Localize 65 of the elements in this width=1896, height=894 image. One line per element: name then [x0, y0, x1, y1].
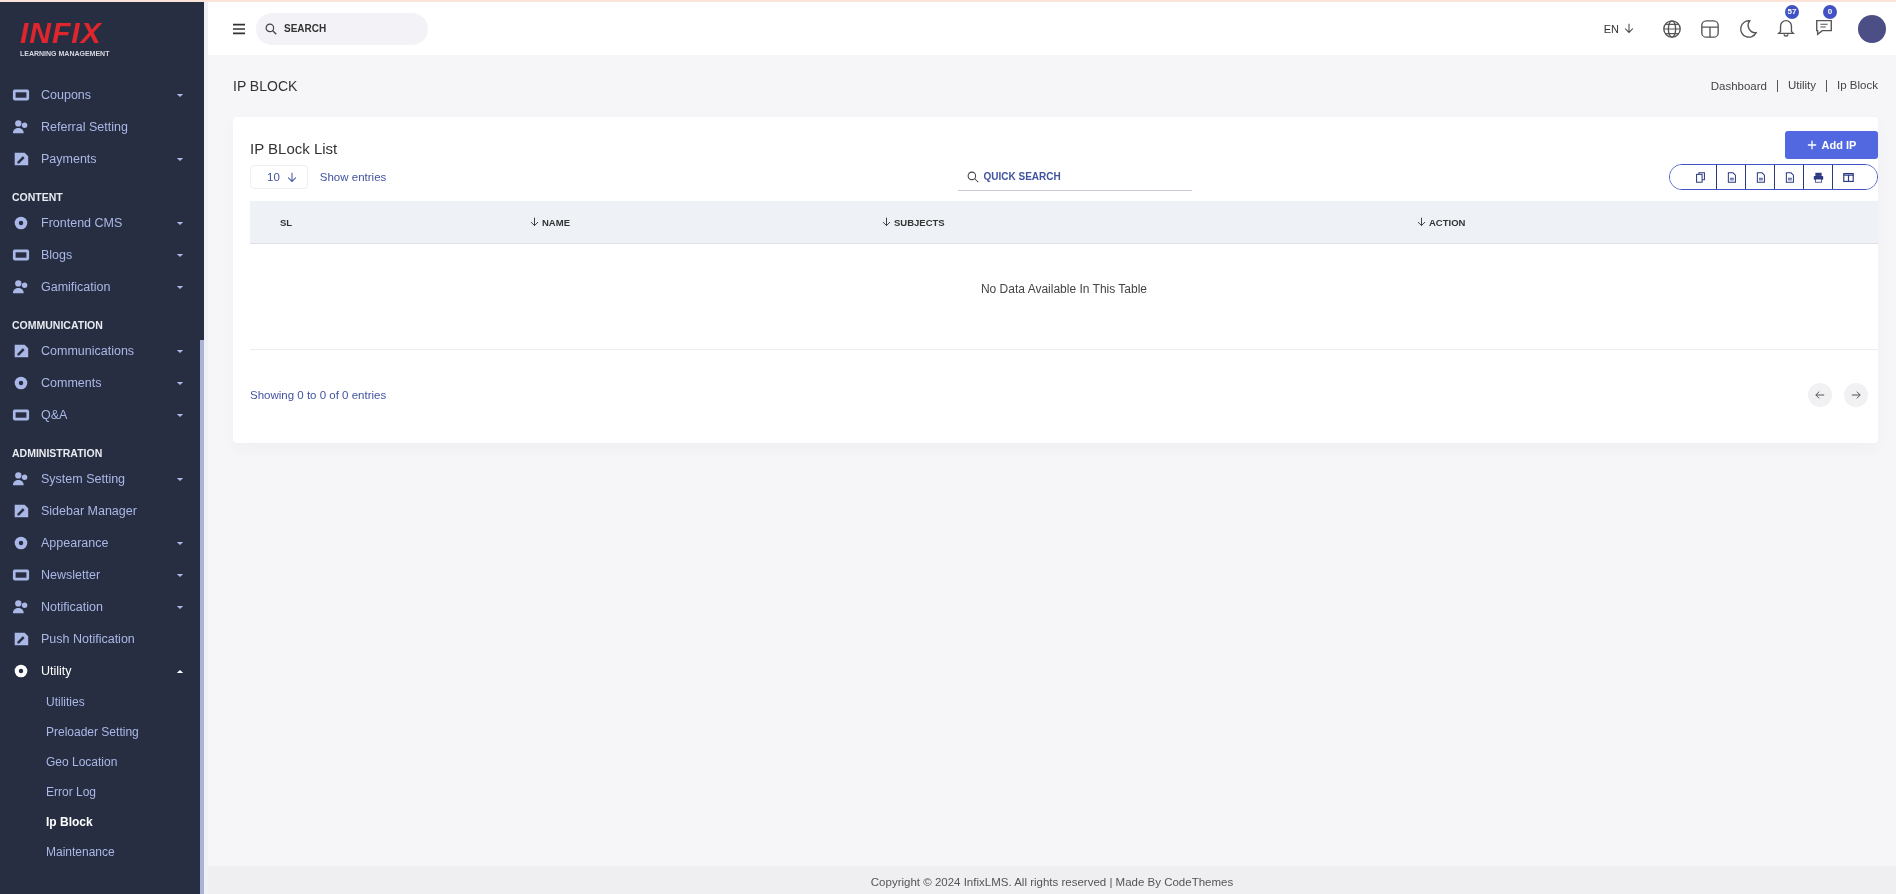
plus-icon: [1806, 140, 1817, 150]
column-header[interactable]: NAME: [530, 216, 882, 228]
submenu-item[interactable]: Utilities: [0, 687, 204, 717]
add-ip-button[interactable]: Add IP: [1785, 131, 1878, 159]
scrollbar-thumb[interactable]: [200, 340, 204, 894]
language-selector[interactable]: EN: [1603, 22, 1634, 35]
globe-icon[interactable]: [1662, 18, 1682, 39]
sidebar-item[interactable]: Payments: [0, 143, 204, 175]
column-header: SL: [279, 216, 294, 228]
show-entries-label: Show entries: [319, 171, 387, 183]
page-size-select[interactable]: 10: [250, 165, 308, 189]
sidebar-item[interactable]: Notification: [0, 591, 204, 623]
sidebar-item[interactable]: Sidebar Manager: [0, 495, 204, 527]
sidebar-item[interactable]: Referral Setting: [0, 111, 204, 143]
copy-icon: [1694, 171, 1706, 183]
search-icon: [966, 171, 979, 183]
arrow-left-icon: [1815, 390, 1825, 400]
pdf-file-icon: [1783, 171, 1795, 183]
breadcrumb-link[interactable]: Dashboard: [1710, 80, 1767, 92]
section-heading: ADMINISTRATION: [11, 446, 104, 461]
search-field[interactable]: SEARCH: [256, 12, 428, 45]
sidebar-item[interactable]: Frontend CMS: [0, 207, 204, 239]
excel-file-icon: [1725, 171, 1737, 183]
sidebar-item[interactable]: Newsletter: [0, 559, 204, 591]
csv-file-icon: [1754, 171, 1766, 183]
column-header[interactable]: ACTION: [1417, 216, 1466, 228]
submenu-item[interactable]: Error Log: [0, 777, 204, 807]
previous-page-button[interactable]: [1808, 383, 1832, 407]
sidebar-item[interactable]: System Setting: [0, 463, 204, 495]
sidebar-item[interactable]: Blogs: [0, 239, 204, 271]
sidebar-item[interactable]: Utility: [0, 655, 204, 687]
section-heading: CONTENT: [11, 190, 64, 205]
sidebar-item[interactable]: Appearance: [0, 527, 204, 559]
arrow-down-icon: [286, 171, 297, 183]
columns-icon: [1842, 171, 1854, 183]
sidebar-item[interactable]: Push Notification: [0, 623, 204, 655]
arrow-down-icon: [1624, 23, 1634, 34]
sidebar-item[interactable]: Coupons: [0, 79, 204, 111]
next-page-button[interactable]: [1844, 383, 1868, 407]
columns-button[interactable]: [1832, 165, 1877, 189]
print-icon: [1812, 171, 1824, 183]
column-header[interactable]: SUBJECTS: [882, 216, 1417, 228]
submenu-item[interactable]: Ip Block: [0, 807, 204, 837]
moon-icon[interactable]: [1738, 18, 1758, 39]
arrow-right-icon: [1851, 390, 1861, 400]
avatar[interactable]: [1858, 14, 1886, 43]
empty-table-message: No Data Available In This Table: [250, 244, 1878, 350]
submenu-item[interactable]: Maintenance: [0, 837, 204, 867]
quick-search-field[interactable]: QUICK SEARCH: [957, 163, 1192, 191]
page-title: IP BLOCK: [233, 78, 298, 94]
submenu-item[interactable]: Geo Location: [0, 747, 204, 777]
section-heading: COMMUNICATION: [11, 318, 104, 333]
layout-icon[interactable]: [1700, 18, 1720, 39]
sidebar-item[interactable]: Gamification: [0, 271, 204, 303]
entries-summary: Showing 0 to 0 of 0 entries: [250, 389, 387, 401]
sidebar-item[interactable]: Q&A: [0, 399, 204, 431]
message-count-badge: 0: [1823, 4, 1837, 19]
footer-copyright: Copyright © 2024 InfixLMS. All rights reserved | Made By CodeThemes: [870, 876, 1234, 888]
breadcrumb-link[interactable]: Utility: [1776, 80, 1817, 92]
card-title: IP BLock List: [250, 139, 338, 157]
notification-count-badge: 57: [1785, 4, 1799, 19]
sidebar-item[interactable]: Communications: [0, 335, 204, 367]
sidebar-item[interactable]: Comments: [0, 367, 204, 399]
submenu-item[interactable]: Preloader Setting: [0, 717, 204, 747]
menu-icon[interactable]: [232, 22, 246, 35]
